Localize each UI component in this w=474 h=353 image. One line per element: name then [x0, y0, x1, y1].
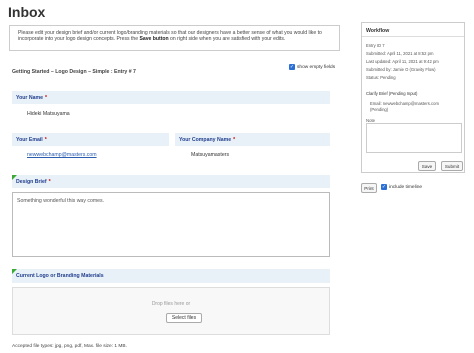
workflow-title: Workflow: [366, 28, 390, 34]
submit-button[interactable]: Submit: [441, 161, 463, 171]
logo-materials-label: Current Logo or Branding Materials: [16, 273, 104, 279]
show-empty-checkbox[interactable]: ✓: [289, 64, 295, 70]
your-email-header: Your Email *: [12, 133, 169, 146]
editable-field-marker: [12, 269, 17, 274]
show-empty-fields-toggle[interactable]: ✓ show empty fields: [289, 64, 335, 70]
workflow-submitted: Submitted: April 11, 2021 at 8:52 pm: [366, 51, 434, 56]
company-name-label: Your Company Name: [179, 136, 232, 143]
workflow-submitted-by: Submitted by: Jamie O (Gravity Flow): [366, 67, 436, 72]
required-marker: *: [44, 136, 47, 143]
workflow-status: Status: Pending: [366, 75, 396, 80]
logo-materials-header: Current Logo or Branding Materials: [12, 269, 330, 283]
design-brief-textarea[interactable]: Something wonderful this way comes.: [12, 192, 330, 257]
show-empty-label: show empty fields: [297, 64, 336, 70]
company-name-value: Matsuyamasters: [191, 152, 230, 158]
workflow-panel: Workflow Entry ID 7 Submitted: April 11,…: [361, 22, 465, 173]
design-brief-header: Design Brief *: [12, 175, 330, 188]
entry-title: Getting Started – Logo Design – Simple :…: [12, 69, 136, 75]
save-button[interactable]: Save: [418, 161, 436, 171]
include-timeline-checkbox[interactable]: ✓: [381, 184, 387, 190]
your-name-header: Your Name *: [12, 91, 330, 104]
page-title: Inbox: [8, 4, 46, 20]
notice-line-1: Please edit your design brief and/or cur…: [18, 30, 308, 36]
workflow-assignee-status: (Pending): [370, 107, 389, 112]
notice-line-2-end: on right side when you are satisfied wit…: [168, 36, 286, 43]
workflow-assignee-email: Email: newwebchamp@masters.com: [370, 101, 439, 106]
file-drop-zone[interactable]: Drop files here or Select files: [12, 287, 330, 335]
required-marker: *: [233, 136, 236, 143]
workflow-divider: [362, 36, 464, 37]
notice-save-emphasis: Save button: [139, 36, 169, 43]
required-marker: *: [48, 178, 51, 185]
editable-field-marker: [12, 175, 17, 180]
workflow-note-textarea[interactable]: [366, 123, 462, 153]
drop-files-text: Drop files here or: [151, 301, 191, 307]
include-timeline-toggle[interactable]: ✓ include timeline: [381, 184, 422, 190]
workflow-step: Clarify Brief (Pending Input): [366, 91, 418, 96]
design-brief-label: Design Brief: [16, 178, 47, 185]
your-name-value: Hideki Matsuyama: [27, 111, 70, 117]
workflow-entry-id: Entry ID 7: [366, 43, 385, 48]
accepted-file-types: Accepted file types: jpg, png, pdf, Max.…: [12, 344, 127, 349]
edit-notice: Please edit your design brief and/or cur…: [9, 25, 340, 51]
workflow-last-updated: Last updated: April 11, 2021 at 9:42 pm: [366, 59, 439, 64]
your-email-label: Your Email: [16, 136, 43, 143]
your-name-label: Your Name: [16, 94, 44, 101]
your-email-link[interactable]: newwebchamp@masters.com: [27, 152, 97, 158]
include-timeline-label: include timeline: [389, 184, 423, 190]
select-files-button[interactable]: Select files: [166, 313, 202, 323]
company-name-header: Your Company Name *: [175, 133, 330, 146]
print-button[interactable]: Print: [361, 183, 377, 193]
required-marker: *: [45, 94, 48, 101]
